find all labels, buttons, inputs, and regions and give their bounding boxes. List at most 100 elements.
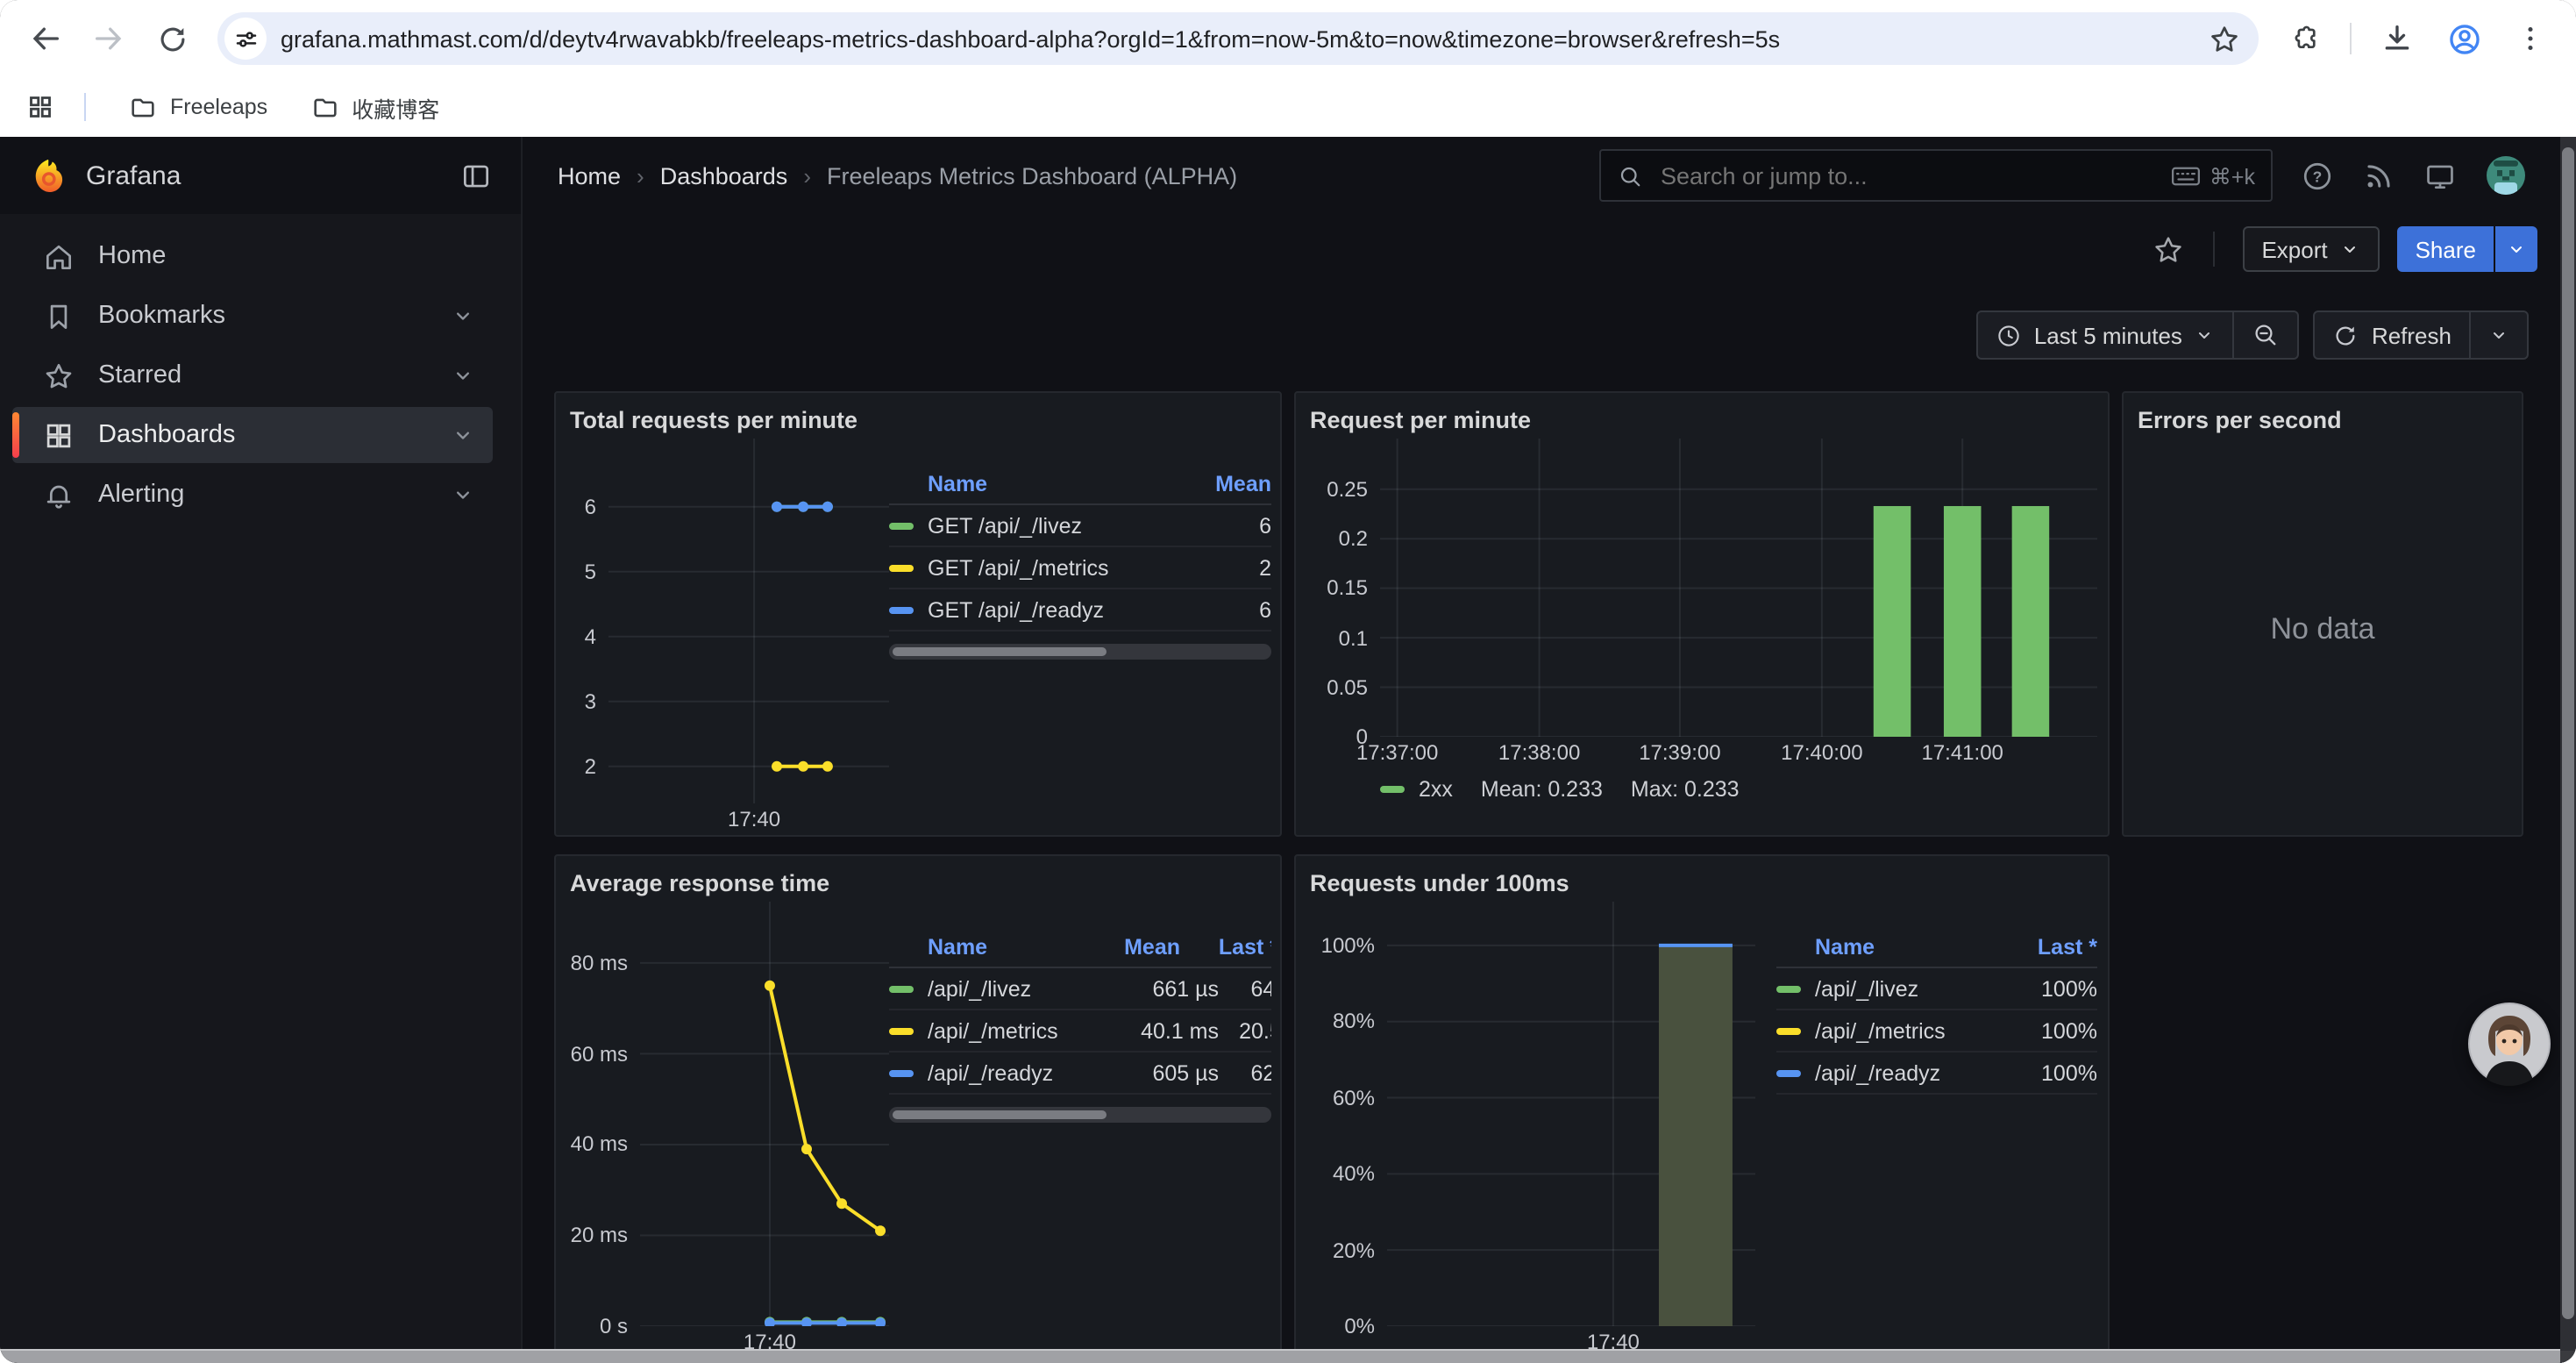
folder-icon bbox=[310, 92, 339, 122]
legend-row[interactable]: /api/_/readyz605 µs620 µs bbox=[889, 1053, 1271, 1095]
legend-scrollbar[interactable] bbox=[889, 644, 1271, 660]
back-button[interactable] bbox=[18, 11, 74, 67]
share-menu-button[interactable] bbox=[2495, 226, 2537, 272]
zoom-out-button[interactable] bbox=[2235, 310, 2300, 360]
downloads-button[interactable] bbox=[2369, 11, 2425, 67]
series-name[interactable]: GET /api/_/metrics bbox=[928, 555, 1109, 580]
chevron-down-icon[interactable] bbox=[451, 423, 475, 447]
horizontal-scrollbar[interactable] bbox=[0, 1349, 2560, 1363]
site-settings-icon[interactable] bbox=[224, 18, 267, 60]
refresh-interval-button[interactable] bbox=[2471, 310, 2529, 360]
legend-row[interactable]: GET /api/_/livez6 bbox=[889, 505, 1271, 547]
legend-inline[interactable]: 2xxMean: 0.233Max: 0.233 bbox=[1380, 777, 2094, 802]
panel-title[interactable]: Request per minute bbox=[1310, 406, 1531, 432]
legend-column-header[interactable]: Name bbox=[889, 471, 1166, 496]
plot[interactable]: 0%20%40%60%80%100%17:40 bbox=[1310, 902, 1755, 1358]
panel-request-per-minute: Request per minute 00.050.10.150.20.2517:… bbox=[1294, 391, 2110, 837]
dock-menu-toggle-icon[interactable] bbox=[459, 159, 493, 192]
panel-title[interactable]: Total requests per minute bbox=[570, 406, 857, 432]
url-bar[interactable]: grafana.mathmast.com/d/deytv4rwavabkb/fr… bbox=[217, 12, 2259, 65]
breadcrumb-dashboards[interactable]: Dashboards bbox=[660, 162, 788, 189]
refresh-icon bbox=[2333, 322, 2359, 348]
series-name[interactable]: /api/_/livez bbox=[928, 976, 1031, 1001]
time-range-button[interactable]: Last 5 minutes bbox=[1976, 310, 2235, 360]
actions-divider bbox=[2212, 232, 2214, 267]
series-name[interactable]: GET /api/_/livez bbox=[928, 513, 1082, 538]
sidebar-item-label: Alerting bbox=[98, 481, 184, 509]
y-tick-label: 40% bbox=[1333, 1161, 1375, 1186]
legend-column-header[interactable]: Last * bbox=[2010, 934, 2097, 959]
series-color-pill bbox=[889, 564, 914, 571]
legend-column-header[interactable]: Name bbox=[889, 934, 1071, 959]
panel-title[interactable]: Requests under 100ms bbox=[1310, 869, 1569, 896]
series-name[interactable]: /api/_/readyz bbox=[928, 1060, 1053, 1085]
legend-column-header[interactable]: Mean bbox=[1071, 934, 1180, 959]
user-avatar[interactable] bbox=[2485, 154, 2527, 196]
sidebar-item-label: Home bbox=[98, 242, 166, 270]
kiosk-monitor-icon[interactable] bbox=[2423, 159, 2457, 192]
legend-scrollbar-thumb[interactable] bbox=[893, 647, 1107, 656]
home-icon bbox=[42, 239, 75, 273]
y-tick-label: 0.2 bbox=[1339, 526, 1368, 551]
plot[interactable]: 2345617:40 bbox=[570, 439, 889, 831]
bookmark-folder-blogs[interactable]: 收藏博客 bbox=[295, 85, 453, 129]
x-tick-label: 17:39:00 bbox=[1601, 740, 1759, 765]
plot[interactable]: 0 s20 ms40 ms60 ms80 ms17:40 bbox=[570, 902, 889, 1358]
series-name[interactable]: /api/_/metrics bbox=[928, 1018, 1058, 1043]
reload-button[interactable] bbox=[144, 11, 200, 67]
extensions-button[interactable] bbox=[2276, 11, 2332, 67]
legend-row[interactable]: GET /api/_/metrics2 bbox=[889, 547, 1271, 589]
legend-scrollbar[interactable] bbox=[889, 1107, 1271, 1123]
legend-row[interactable]: /api/_/livez100% bbox=[1776, 968, 2097, 1010]
extension-avatar-widget[interactable] bbox=[2467, 1002, 2551, 1086]
sidebar-item-home[interactable]: Home bbox=[12, 228, 493, 284]
series-name[interactable]: /api/_/readyz bbox=[1815, 1060, 1940, 1085]
sidebar-item-starred[interactable]: Starred bbox=[12, 347, 493, 403]
news-rss-icon[interactable] bbox=[2362, 159, 2395, 192]
panel-title[interactable]: Errors per second bbox=[2138, 406, 2342, 432]
legend-row[interactable]: /api/_/livez661 µs646 µs bbox=[889, 968, 1271, 1010]
apps-icon bbox=[42, 418, 75, 452]
series-name[interactable]: 2xx bbox=[1419, 777, 1453, 802]
legend-table: NameMeanLast * /api/_/livez661 µs646 µs/a… bbox=[889, 926, 1271, 1358]
legend-row[interactable]: /api/_/metrics40.1 ms20.5 ms bbox=[889, 1010, 1271, 1053]
panel-title[interactable]: Average response time bbox=[570, 869, 829, 896]
legend-column-header[interactable]: Mean bbox=[1166, 471, 1271, 496]
legend-scrollbar-thumb[interactable] bbox=[893, 1110, 1107, 1119]
series-name[interactable]: GET /api/_/readyz bbox=[928, 597, 1104, 622]
apps-grid-icon[interactable] bbox=[25, 91, 56, 123]
legend-row[interactable]: /api/_/readyz100% bbox=[1776, 1053, 2097, 1095]
grafana-nav-left: Grafana bbox=[0, 137, 523, 214]
grafana-nav-right: ⌘+k ? bbox=[1599, 149, 2576, 202]
share-button[interactable]: Share bbox=[2398, 226, 2494, 272]
legend-column-header[interactable]: Name bbox=[1776, 934, 2010, 959]
profile-button[interactable] bbox=[2436, 11, 2492, 67]
legend-row[interactable]: GET /api/_/readyz6 bbox=[889, 589, 1271, 632]
url-text[interactable]: grafana.mathmast.com/d/deytv4rwavabkb/fr… bbox=[281, 25, 2194, 52]
help-icon[interactable]: ? bbox=[2301, 159, 2334, 192]
sidebar-item-bookmarks[interactable]: Bookmarks bbox=[12, 288, 493, 344]
chevron-down-icon[interactable] bbox=[451, 482, 475, 507]
bookmark-star-icon[interactable] bbox=[2208, 22, 2241, 55]
favorite-star-icon[interactable] bbox=[2151, 232, 2184, 266]
browser-menu-button[interactable] bbox=[2502, 11, 2558, 67]
plot[interactable]: 00.050.10.150.20.2517:37:0017:38:0017:39… bbox=[1310, 439, 2094, 765]
chevron-down-icon[interactable] bbox=[451, 363, 475, 388]
vertical-scrollbar[interactable] bbox=[2560, 137, 2576, 1351]
sidebar-item-dashboards[interactable]: Dashboards bbox=[12, 407, 493, 463]
series-name[interactable]: /api/_/metrics bbox=[1815, 1018, 1946, 1043]
search-box[interactable]: ⌘+k bbox=[1599, 149, 2273, 202]
vertical-scrollbar-thumb[interactable] bbox=[2562, 147, 2574, 1319]
legend-row[interactable]: /api/_/metrics100% bbox=[1776, 1010, 2097, 1053]
series-name[interactable]: /api/_/livez bbox=[1815, 976, 1918, 1001]
bookmark-folder-freeleaps[interactable]: Freeleaps bbox=[114, 87, 281, 127]
export-button[interactable]: Export bbox=[2242, 226, 2380, 272]
breadcrumb-home[interactable]: Home bbox=[558, 162, 621, 189]
star-icon bbox=[42, 359, 75, 392]
legend-column-header[interactable]: Last * bbox=[1180, 934, 1271, 959]
chevron-down-icon[interactable] bbox=[451, 303, 475, 328]
refresh-button[interactable]: Refresh bbox=[2314, 310, 2471, 360]
search-input[interactable] bbox=[1657, 161, 2157, 190]
forward-button[interactable] bbox=[81, 11, 137, 67]
sidebar-item-alerting[interactable]: Alerting bbox=[12, 467, 493, 523]
